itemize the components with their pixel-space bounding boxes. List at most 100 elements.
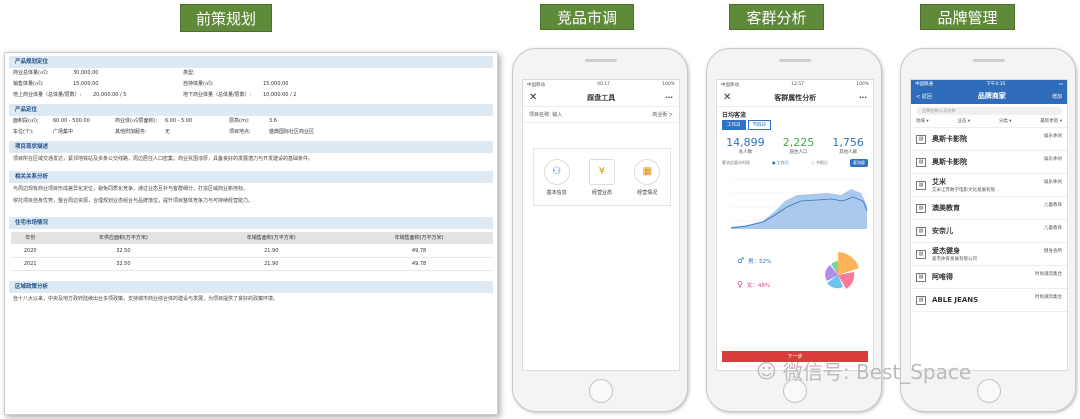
- image-placeholder-icon: ▨: [916, 295, 926, 305]
- tag-brand-management: 品牌管理: [920, 4, 1015, 30]
- image-placeholder-icon: ▨: [916, 157, 926, 167]
- brand-category: 娱乐休闲: [1044, 134, 1062, 139]
- section-product-positioning: 产品定位: [9, 104, 493, 116]
- carrier-label: 中国联通: [915, 82, 933, 87]
- kpi-total: 14,899 总人数: [726, 136, 765, 155]
- close-icon[interactable]: ✕: [529, 92, 537, 103]
- kpi-value: 1,756: [832, 136, 864, 149]
- doc-value: 15,000.00: [73, 81, 99, 87]
- phone-market-research: 中国移动 00:17 100% ✕ 踩盘工具 ··· 项目名称: 输入 商业街 …: [512, 48, 688, 412]
- filter-format[interactable]: 业态 ▾: [957, 118, 970, 124]
- doc-label: 商业体(㎡/层面积):: [115, 118, 158, 124]
- clock-label: 下午4:35: [986, 82, 1006, 87]
- brand-category: 娱乐休闲: [1044, 180, 1062, 185]
- doc-row: 面积段(㎡): 60.00 - 500.00 商业体(㎡/层面积): 6.00 …: [5, 116, 497, 127]
- add-button[interactable]: 增加: [1052, 93, 1062, 100]
- doc-row: 商业总体量(㎡): 30,000.00 类型:: [5, 68, 497, 79]
- column-header: 年销售面积(万平方米): [197, 232, 346, 245]
- watermark-text: 微信号: Best_Space: [782, 360, 972, 384]
- list-item[interactable]: ▨ 奥斯卡影院 娱乐休闲: [911, 151, 1067, 174]
- list-item[interactable]: ▨ 澳美教育 儿童教育: [911, 197, 1067, 220]
- composite-screenshot: 前策规划 竞品市调 客群分析 品牌管理 产品规划定位 商业总体量(㎡): 30,…: [0, 0, 1080, 419]
- doc-label: 面积段(㎡):: [13, 118, 39, 124]
- list-item[interactable]: ▨ 安奈儿 儿童教育: [911, 220, 1067, 243]
- tile-label: 经营业态: [591, 189, 612, 196]
- brand-category: 时尚潮流集合: [1035, 295, 1062, 300]
- brand-category: 儿童教育: [1044, 226, 1062, 231]
- tab-holiday[interactable]: 节假日: [747, 120, 771, 130]
- list-item[interactable]: ▨ 爱杰健身 爱杰体育发展有限公司 健身会所: [911, 243, 1067, 266]
- people-icon: ⚇: [543, 158, 570, 185]
- image-placeholder-icon: ▨: [916, 180, 926, 190]
- screen-customer-attributes: 中国移动 12:57 100% ✕ 客群属性分析 ··· 日均客流 工作日 节假…: [716, 79, 874, 371]
- brand-name: 奥斯卡影院: [932, 158, 967, 166]
- brand-name: 爱杰健身: [932, 247, 960, 255]
- kpi-residents: 2,225 居住人口: [783, 136, 815, 155]
- table-cell: 49.78: [345, 257, 493, 271]
- filter-region[interactable]: 地域 ▾: [916, 118, 929, 124]
- housing-market-table: 年份 年供应面积(万平方米) 年销售面积(万平方米) 年销售面积(万平方米) 2…: [11, 232, 493, 271]
- list-item[interactable]: ▨ 奥斯卡影院 娱乐休闲: [911, 128, 1067, 151]
- tag-market-research: 竞品市调: [540, 4, 634, 30]
- brand-block: 爱杰健身 爱杰体育发展有限公司: [932, 246, 977, 262]
- kpi-label: 居住人口: [789, 150, 808, 155]
- doc-row: 地上商业体量（总体量/层数）: 20,000.00 / 5 地下商业体量（总体量…: [5, 90, 497, 101]
- metric-toggle[interactable]: 客流量: [850, 159, 868, 167]
- doc-value: 30,000.00: [73, 70, 99, 76]
- tag-customer-analysis: 客群分析: [729, 4, 824, 30]
- filter-category[interactable]: 分类 ▾: [999, 118, 1012, 124]
- project-name-field[interactable]: 项目名称: 输入 商业街 >: [523, 107, 679, 123]
- nav-bar: ✕ 客群属性分析 ···: [717, 89, 873, 107]
- doc-value: 3.6: [269, 118, 277, 124]
- table-cell: 2020: [11, 244, 50, 258]
- doc-label: 层高(m):: [229, 118, 250, 124]
- doc-value: 15,000.00: [263, 81, 289, 87]
- brand-category: 健身会所: [1044, 249, 1062, 254]
- more-icon[interactable]: ···: [665, 94, 673, 102]
- search-input[interactable]: 品牌名称/公司名称: [916, 107, 1062, 115]
- chart-legend: 客流总量分时段 ● 工作日 ○ 节假日 客流量: [717, 155, 873, 171]
- tile-business-status[interactable]: ▦ 经营情况: [627, 158, 667, 196]
- kpi-value: 14,899: [726, 136, 765, 149]
- male-icon: ♂: [737, 256, 745, 265]
- back-button[interactable]: < 返回: [916, 93, 932, 100]
- home-button[interactable]: [977, 379, 1001, 403]
- doc-label: 自持体量(㎡):: [183, 81, 214, 87]
- tab-weekday[interactable]: 工作日: [722, 120, 746, 130]
- more-icon[interactable]: ···: [859, 94, 867, 102]
- status-bar: 中国移动 12:57 100%: [717, 80, 873, 89]
- doc-row: 车位(个): 广场集中 其他附加服务: 无 项目地点: 盛典国际社区商业区: [5, 127, 497, 138]
- filter-bar: 地域 ▾ 业态 ▾ 分类 ▾ 最新更新 ▾: [911, 118, 1067, 128]
- image-placeholder-icon: ▨: [916, 226, 926, 236]
- doc-row: 销售体量(㎡): 15,000.00 自持体量(㎡): 15,000.00: [5, 79, 497, 90]
- doc-value: [263, 68, 345, 79]
- doc-value: 10,000.00 / 2: [263, 92, 297, 98]
- list-item[interactable]: ▨ 阿唯得 时尚潮流集合: [911, 266, 1067, 289]
- list-item[interactable]: ▨ 艾米 艾米江苏数学电影文化发展有限... 娱乐休闲: [911, 174, 1067, 197]
- screen-survey-tool: 中国移动 00:17 100% ✕ 踩盘工具 ··· 项目名称: 输入 商业街 …: [522, 79, 680, 371]
- kpi-value: 2,225: [782, 136, 815, 149]
- filter-sort[interactable]: 最新更新 ▾: [1040, 118, 1062, 124]
- doc-label: 商业总体量(㎡):: [13, 70, 49, 76]
- tile-label: 经营情况: [637, 189, 658, 196]
- doc-label: 地上商业体量（总体量/层数）:: [13, 92, 82, 98]
- screen-brand-merchants: 中国联通 下午4:35 ▭ < 返回 品牌商家 增加 品牌名称/公司名称 地域 …: [910, 79, 1068, 371]
- table-cell: 21.90: [197, 244, 346, 258]
- column-header: 年销售面积(万平方米): [345, 232, 493, 245]
- doc-paragraph: 依托项目自身优势，整合周边资源，合理规划业态组合与品牌落位，提升项目整体竞争力与…: [13, 198, 254, 204]
- tag-planning: 前策规划: [180, 4, 272, 32]
- home-button[interactable]: [589, 379, 613, 403]
- tool-tiles: ⚇ 基本信息 ¥ 经营业态 ▦ 经营情况: [533, 148, 671, 206]
- tile-business-format[interactable]: ¥ 经营业态: [582, 158, 622, 196]
- list-item[interactable]: ▨ ABLE JEANS 时尚潮流集合: [911, 289, 1067, 312]
- male-ratio: ♂ 男：52%: [737, 256, 771, 265]
- wechat-icon: ☺: [756, 358, 777, 383]
- table-cell: 32.50: [49, 257, 198, 271]
- doc-label: 类型:: [183, 70, 195, 76]
- tile-basic-info[interactable]: ⚇ 基本信息: [537, 158, 577, 196]
- section-product-planning: 产品规划定位: [9, 56, 493, 68]
- page-title: 品牌商家: [977, 92, 1006, 100]
- doc-value: 广场集中: [53, 129, 74, 135]
- doc-value: 盛典国际社区商业区: [269, 129, 315, 135]
- close-icon[interactable]: ✕: [723, 92, 731, 103]
